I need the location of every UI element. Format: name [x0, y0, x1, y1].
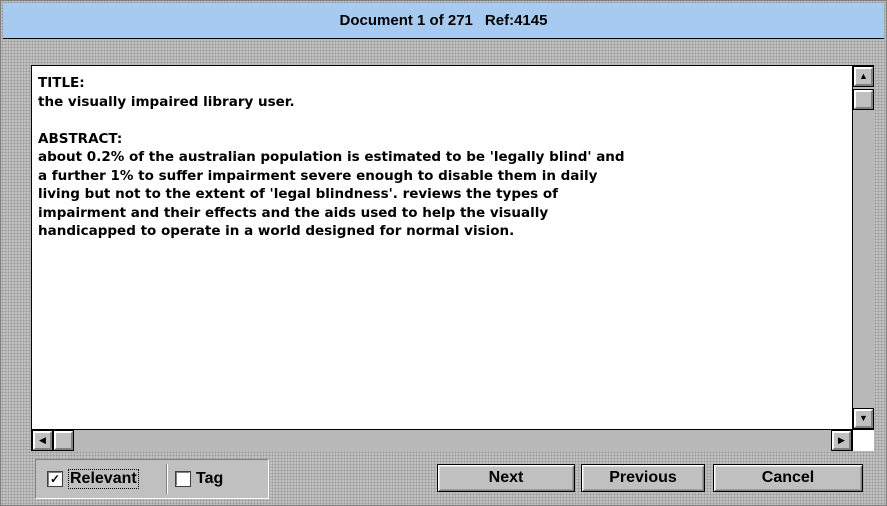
document-counter: Document 1 of 271 [339, 12, 473, 29]
checkbox-box[interactable] [175, 471, 191, 487]
tag-checkbox[interactable]: Tag [175, 467, 224, 491]
arrow-right-icon[interactable]: ▶ [831, 430, 852, 451]
horizontal-scrollbar[interactable]: ◀ ▶ [32, 429, 852, 451]
vertical-scrollbar[interactable]: ▲ ▼ [852, 66, 874, 429]
tag-label: Tag [196, 470, 224, 487]
horizontal-scroll-thumb[interactable] [53, 430, 74, 451]
document-flags-group: ✓ Relevant Tag [35, 459, 269, 499]
cancel-button[interactable]: Cancel [713, 464, 863, 492]
previous-button[interactable]: Previous [581, 464, 705, 492]
vertical-scroll-thumb[interactable] [853, 89, 874, 110]
document-text-pane[interactable]: TITLE: the visually impaired library use… [31, 65, 874, 451]
document-text: TITLE: the visually impaired library use… [38, 75, 625, 239]
relevant-checkbox[interactable]: ✓ Relevant [47, 467, 139, 491]
group-divider [166, 464, 168, 494]
arrow-up-icon[interactable]: ▲ [853, 66, 874, 87]
document-viewer-window: Document 1 of 271 Ref:4145 TITLE: the vi… [0, 0, 887, 506]
scrollbar-corner [852, 429, 874, 451]
relevant-label: Relevant [68, 469, 139, 489]
document-ref: Ref:4145 [484, 12, 548, 29]
arrow-left-icon[interactable]: ◀ [32, 430, 53, 451]
checkmark-icon[interactable]: ✓ [47, 471, 63, 487]
arrow-down-icon[interactable]: ▼ [853, 408, 874, 429]
next-button[interactable]: Next [437, 464, 575, 492]
window-title-bar: Document 1 of 271 Ref:4145 [3, 3, 884, 39]
